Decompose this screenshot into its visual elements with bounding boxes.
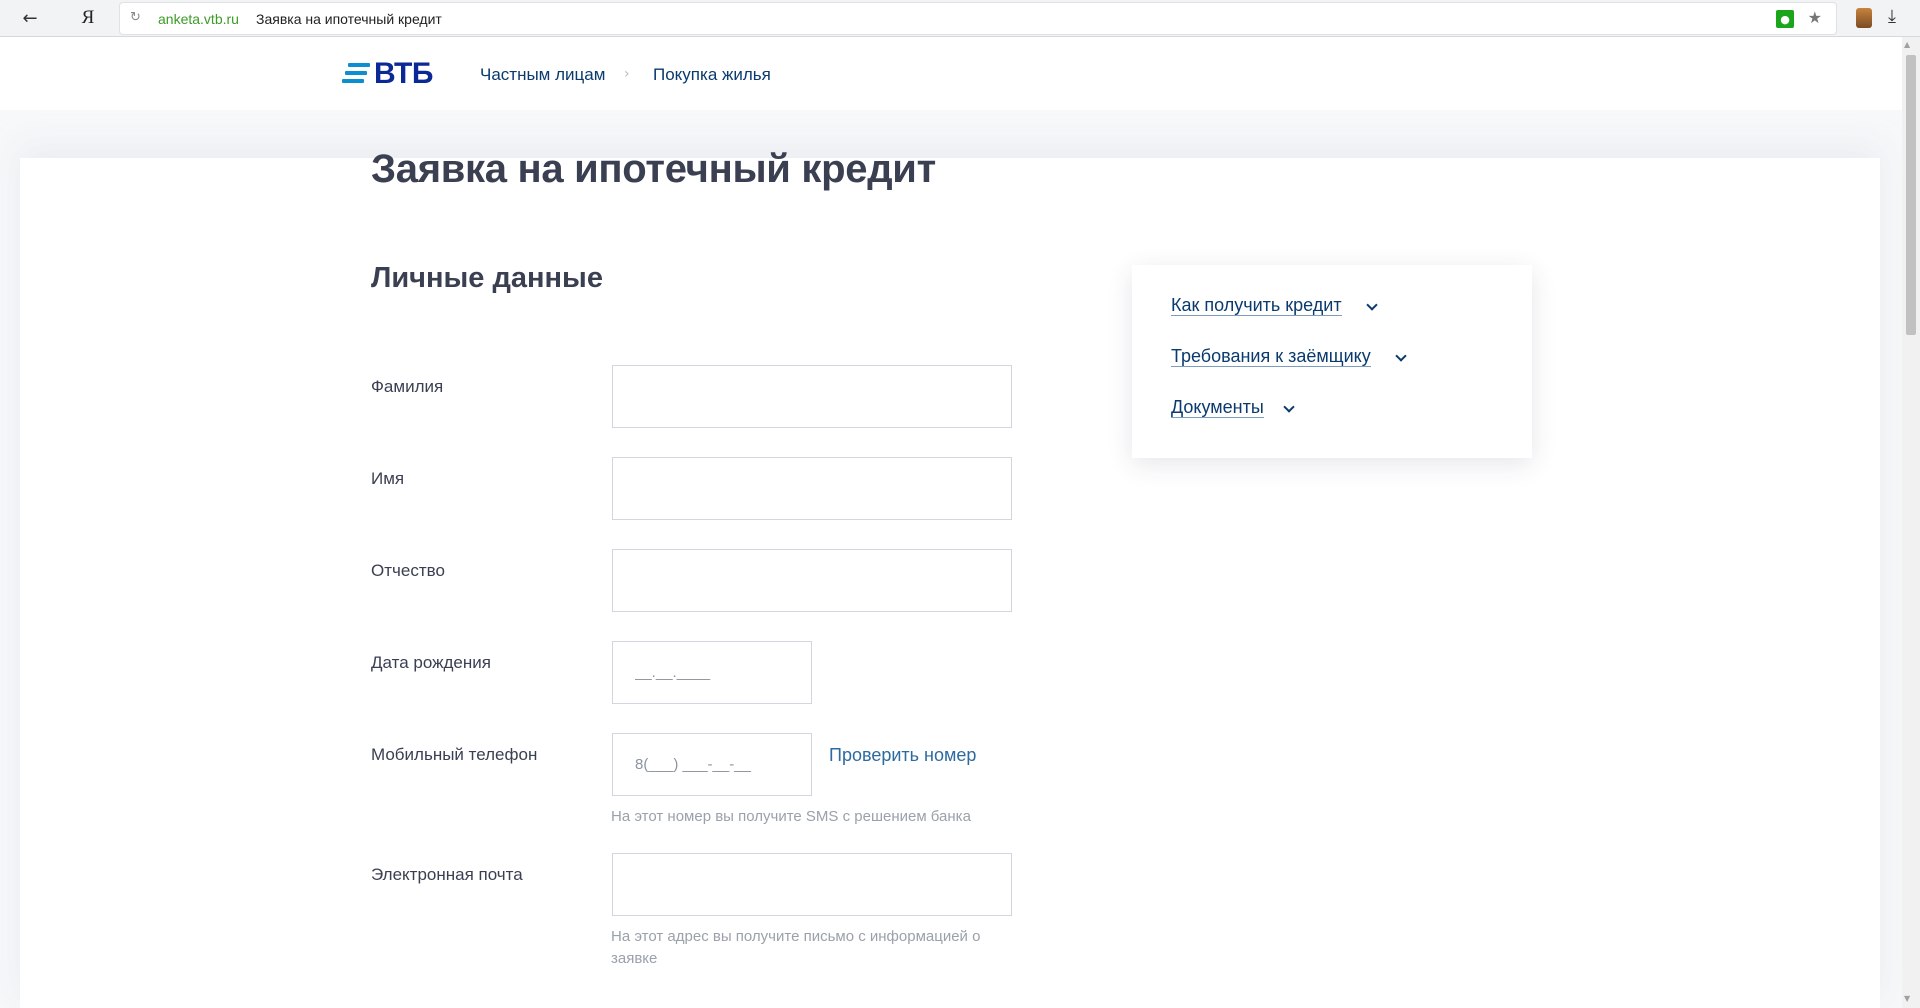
download-icon[interactable]: ⤓ <box>1888 6 1896 27</box>
borrower-requirements-link[interactable]: Требования к заёмщику <box>1171 346 1371 367</box>
section-title: Личные данные <box>371 262 603 294</box>
phone-hint: На этот номер вы получите SMS с решением… <box>611 808 971 825</box>
back-arrow-icon[interactable]: ← <box>18 6 42 30</box>
url-domain: anketa.vtb.ru <box>158 11 239 27</box>
address-bar[interactable]: ↻ anketa.vtb.ru Заявка на ипотечный кред… <box>120 3 1836 34</box>
nav-link-housing[interactable]: Покупка жилья <box>653 65 771 85</box>
tab-title: Заявка на ипотечный кредит <box>256 11 442 27</box>
info-card: Как получить кредит Требования к заёмщик… <box>1132 265 1532 458</box>
email-input[interactable] <box>612 853 1012 916</box>
middle-name-input[interactable] <box>612 549 1012 612</box>
logo-bars-icon <box>342 63 370 85</box>
chevron-down-icon[interactable] <box>1283 401 1295 413</box>
chevron-down-icon[interactable] <box>1366 299 1378 311</box>
birth-date-input[interactable] <box>612 641 812 704</box>
scroll-up-arrow-icon[interactable]: ▲ <box>1904 40 1910 49</box>
how-to-get-credit-link[interactable]: Как получить кредит <box>1171 295 1342 316</box>
page-title: Заявка на ипотечный кредит <box>371 147 936 191</box>
reload-icon[interactable]: ↻ <box>130 10 141 25</box>
email-label: Электронная почта <box>371 865 523 884</box>
site-header: ВТБ Частным лицам › Покупка жилья <box>0 37 1902 110</box>
first-name-label: Имя <box>371 469 405 488</box>
chevron-down-icon[interactable] <box>1395 350 1407 362</box>
vtb-logo[interactable]: ВТБ <box>342 57 433 91</box>
last-name-label: Фамилия <box>371 377 444 396</box>
middle-name-label: Отчество <box>371 561 445 580</box>
email-hint: На этот адрес вы получите письмо с инфор… <box>611 928 981 967</box>
documents-link[interactable]: Документы <box>1171 397 1264 418</box>
nav-link-private[interactable]: Частным лицам <box>480 65 605 85</box>
breadcrumb-separator-icon: › <box>624 66 630 82</box>
logo-text: ВТБ <box>374 57 433 90</box>
lock-icon[interactable]: ● <box>1776 10 1794 28</box>
first-name-input[interactable] <box>612 457 1012 520</box>
bookmark-star-icon[interactable]: ★ <box>1808 8 1822 27</box>
scroll-down-arrow-icon[interactable]: ▼ <box>1904 994 1910 1003</box>
verify-phone-link[interactable]: Проверить номер <box>829 745 976 766</box>
phone-input[interactable] <box>612 733 812 796</box>
extension-icon[interactable] <box>1856 8 1872 28</box>
birth-date-label: Дата рождения <box>371 653 491 672</box>
scrollbar-thumb[interactable] <box>1906 55 1916 335</box>
browser-toolbar: ← Я ↻ anketa.vtb.ru Заявка на ипотечный … <box>0 0 1920 37</box>
phone-label: Мобильный телефон <box>371 745 538 764</box>
last-name-input[interactable] <box>612 365 1012 428</box>
yandex-logo-icon[interactable]: Я <box>76 6 100 30</box>
